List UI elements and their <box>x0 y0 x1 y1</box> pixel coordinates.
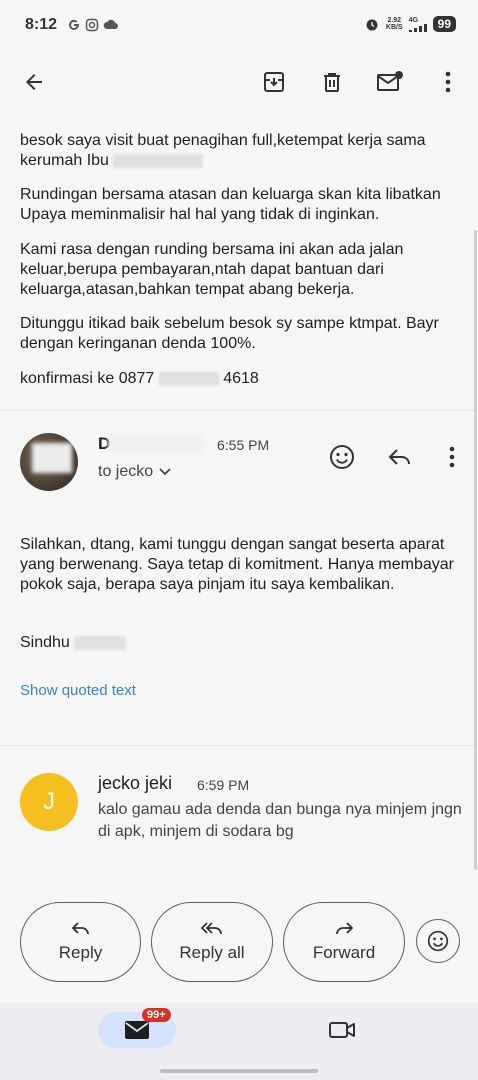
show-quoted-text-link[interactable]: Show quoted text <box>20 682 136 699</box>
top-app-bar <box>0 62 478 102</box>
message-paragraph-5: konfirmasi ke 0877 4618 <box>20 370 259 387</box>
message-paragraph-1: besok saya visit buat penagihan full,ket… <box>20 132 426 169</box>
reply-icon-button[interactable] <box>382 439 418 475</box>
recipient-details-toggle[interactable]: to jecko <box>98 463 171 481</box>
mail-unread-icon <box>377 71 403 91</box>
cloud-icon <box>103 19 118 29</box>
video-camera-icon <box>329 1022 355 1038</box>
add-reaction-button[interactable] <box>416 919 460 963</box>
google-icon <box>69 19 79 30</box>
archive-button[interactable] <box>254 62 294 102</box>
delete-button[interactable] <box>312 62 352 102</box>
status-time: 8:12 <box>25 16 58 33</box>
chevron-down-icon <box>159 468 171 476</box>
message-body: Silahkan, dtang, kami tunggu dengan sang… <box>20 536 455 593</box>
home-indicator[interactable] <box>160 1069 318 1073</box>
message-signature: Sindhu <box>20 633 460 653</box>
message-divider <box>0 410 478 411</box>
status-system-icons: 2.92 KB/S 4G 99 <box>364 16 456 32</box>
trash-icon <box>324 73 340 92</box>
signal-icon <box>408 23 427 32</box>
message-divider <box>0 745 478 746</box>
message-paragraph-2: Rundingan bersama atasan dan keluarga sk… <box>20 186 441 223</box>
alarm-icon <box>366 19 378 31</box>
emoji-icon <box>427 930 449 952</box>
message-time: 6:55 PM <box>217 437 270 453</box>
more-options-button[interactable] <box>428 62 468 102</box>
sender-avatar-letter[interactable]: J <box>20 773 78 831</box>
back-arrow-icon <box>26 74 42 90</box>
message-paragraph-4: Ditunggu itikad baik sebelum besok sy sa… <box>20 315 439 352</box>
nav-meet-tab[interactable] <box>326 1016 358 1044</box>
redacted-sender-name <box>108 434 204 452</box>
message-paragraph-3: Kami rasa dengan runding bersama ini aka… <box>20 241 404 298</box>
mail-icon <box>125 1021 149 1039</box>
redacted-text <box>74 635 127 650</box>
react-emoji-button[interactable] <box>324 439 360 475</box>
archive-icon <box>264 72 284 92</box>
network-speed: 2.92 KB/S <box>385 17 403 31</box>
forward-button[interactable]: Forward <box>283 902 405 982</box>
sender-name[interactable]: jecko jeki <box>98 773 172 794</box>
back-button[interactable] <box>14 62 54 102</box>
reply-icon <box>388 449 410 465</box>
mark-unread-button[interactable] <box>370 62 410 102</box>
redacted-text <box>158 371 219 386</box>
message-time: 6:59 PM <box>197 777 250 793</box>
reply-button[interactable]: Reply <box>20 902 141 982</box>
reply-icon <box>71 922 89 935</box>
emoji-icon <box>330 445 354 469</box>
unread-count-badge: 99+ <box>142 1008 171 1022</box>
sender-avatar[interactable] <box>20 433 78 491</box>
network-type: 4G <box>408 17 427 32</box>
reply-all-button[interactable]: Reply all <box>151 902 273 982</box>
redacted-text <box>113 153 204 168</box>
more-vert-icon <box>445 71 451 93</box>
battery-indicator: 99 <box>432 16 456 32</box>
recipient-label: to jecko <box>98 463 154 480</box>
status-notification-icons <box>67 18 119 32</box>
message-more-button[interactable] <box>434 439 470 475</box>
status-bar: 8:12 2.92 KB/S 4G 99 <box>0 0 478 50</box>
instagram-icon <box>85 18 99 32</box>
message-preview[interactable]: kalo gamau ada denda dan bunga nya minje… <box>98 799 468 843</box>
forward-icon <box>336 922 354 935</box>
more-vert-icon <box>449 446 455 468</box>
scrollbar[interactable] <box>474 230 477 870</box>
reply-all-icon <box>200 922 222 935</box>
